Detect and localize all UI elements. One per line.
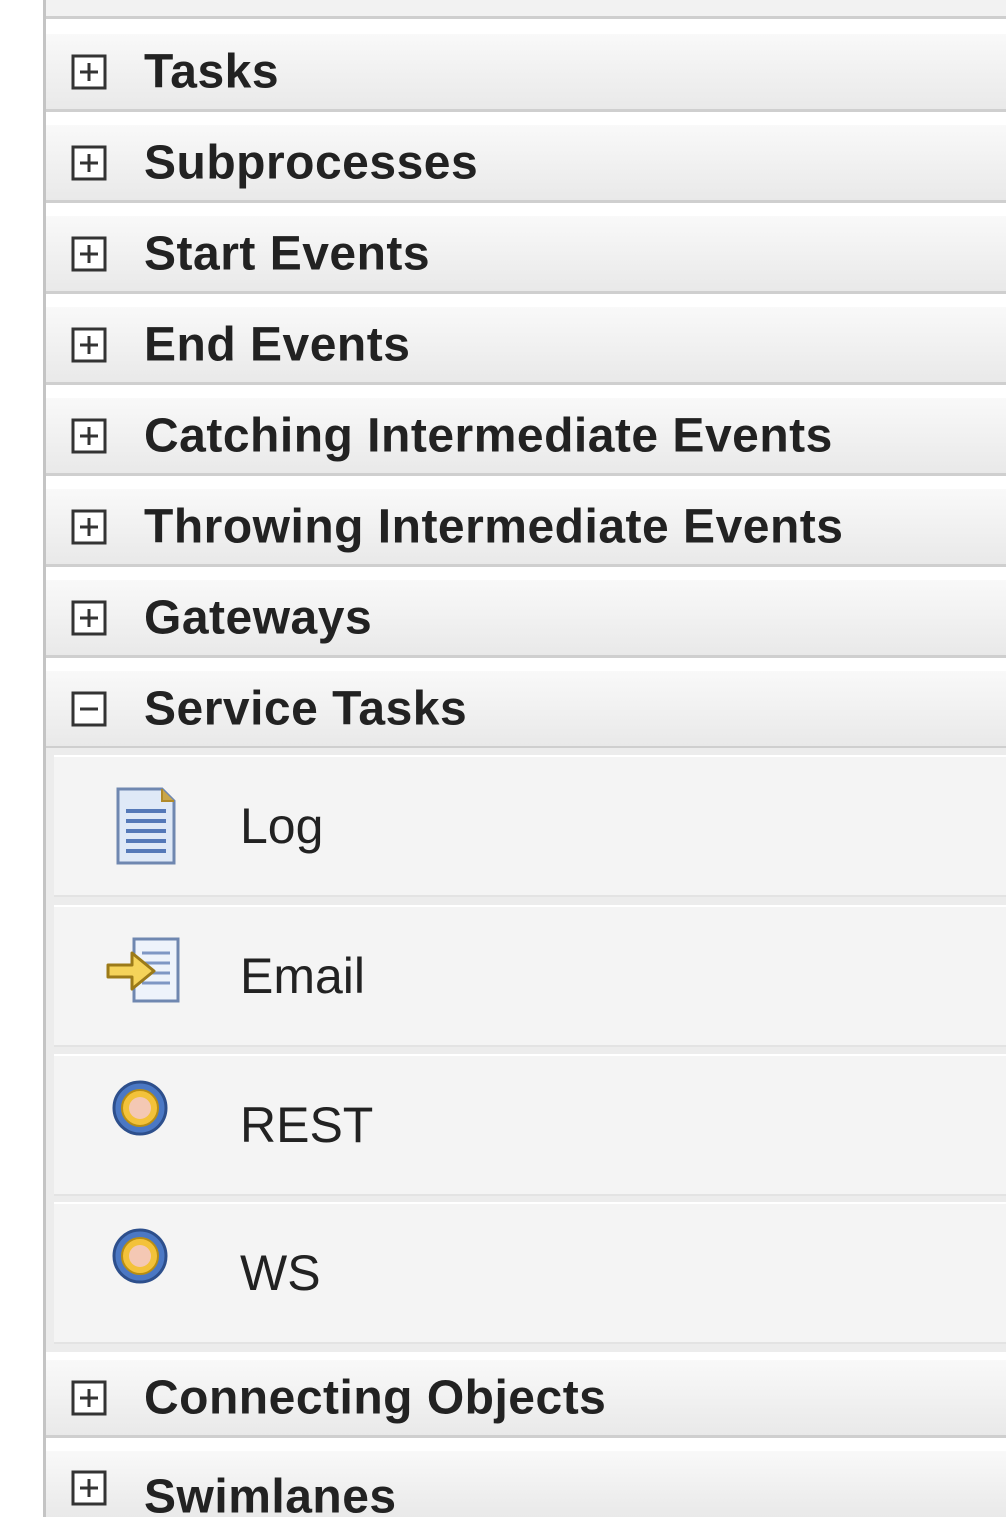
drawer-service-tasks[interactable]: Service Tasks (46, 669, 1006, 749)
drawer-throwing-intermediate-events[interactable]: Throwing Intermediate Events (46, 487, 1006, 567)
tool-rest[interactable]: REST (54, 1054, 1006, 1196)
drawer-label: Catching Intermediate Events (144, 409, 833, 462)
tool-label: REST (240, 1097, 374, 1153)
expand-plus-icon (71, 418, 107, 453)
expand-plus-icon (71, 600, 107, 635)
drawer-start-events[interactable]: Start Events (46, 214, 1006, 294)
tool-ws[interactable]: WS (54, 1202, 1006, 1344)
expand-plus-icon (71, 54, 107, 89)
expand-plus-icon (71, 236, 107, 271)
drawer-label: Throwing Intermediate Events (144, 500, 844, 553)
tool-label: Email (240, 948, 366, 1004)
expand-plus-icon (71, 145, 107, 180)
drawer-label: Swimlanes (144, 1470, 397, 1517)
expand-plus-icon (71, 327, 107, 362)
drawer-label: Subprocesses (144, 136, 479, 189)
drawer-label: Start Events (144, 227, 431, 280)
drawer-label: End Events (144, 318, 411, 371)
service-gear-icon (112, 1080, 168, 1136)
drawer-tasks[interactable]: Tasks (46, 32, 1006, 112)
log-document-icon (116, 787, 176, 865)
collapse-minus-icon (71, 691, 107, 726)
email-arrow-icon (106, 937, 180, 1003)
drawer-end-events[interactable]: End Events (46, 305, 1006, 385)
tool-label: Log (240, 798, 324, 854)
tool-email[interactable]: Email (54, 905, 1006, 1047)
expand-plus-icon (71, 1380, 107, 1415)
palette: Tasks Subprocesses Start Events End Even… (0, 0, 1006, 1517)
drawer-label: Service Tasks (144, 682, 468, 735)
drawer-connecting-objects[interactable]: Connecting Objects (46, 1358, 1006, 1438)
drawer-label: Tasks (144, 45, 280, 98)
tool-log[interactable]: Log (54, 755, 1006, 897)
palette-top-strip (46, 0, 1006, 19)
drawer-subprocesses[interactable]: Subprocesses (46, 123, 1006, 203)
drawer-catching-intermediate-events[interactable]: Catching Intermediate Events (46, 396, 1006, 476)
drawer-label: Connecting Objects (144, 1371, 607, 1424)
drawer-gateways[interactable]: Gateways (46, 578, 1006, 658)
service-gear-icon (112, 1228, 168, 1284)
tool-label: WS (240, 1245, 321, 1301)
drawer-label: Gateways (144, 591, 373, 644)
drawer-swimlanes[interactable]: Swimlanes (46, 1449, 1006, 1517)
expand-plus-icon (71, 509, 107, 544)
expand-plus-icon (71, 1470, 107, 1506)
